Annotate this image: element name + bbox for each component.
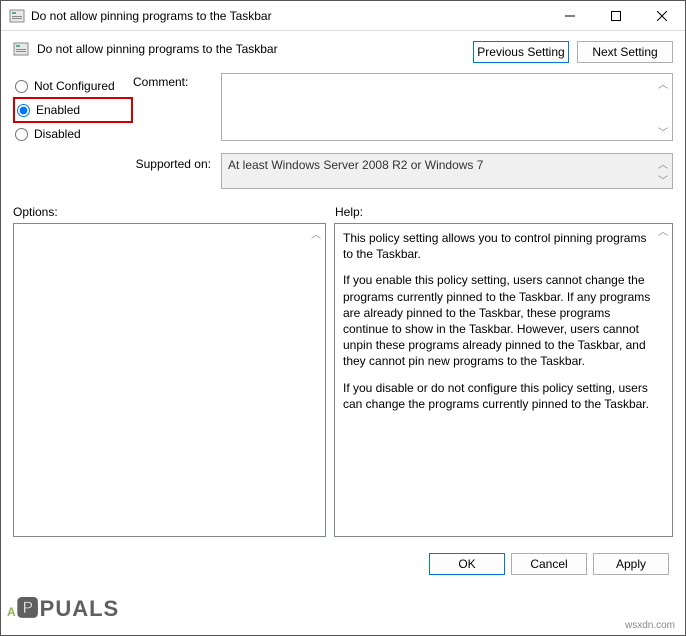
radio-input-disabled[interactable]	[15, 128, 28, 141]
minimize-button[interactable]	[547, 1, 593, 31]
supported-row: Supported on: At least Windows Server 20…	[1, 147, 685, 191]
ok-button[interactable]: OK	[429, 553, 505, 575]
scroll-up-icon[interactable]: ︿	[656, 156, 670, 170]
scroll-up-icon[interactable]: ︿	[656, 226, 670, 240]
policy-icon	[13, 41, 29, 57]
supported-textarea: At least Windows Server 2008 R2 or Windo…	[221, 153, 673, 189]
enabled-highlight: Enabled	[13, 97, 133, 123]
footer-buttons: OK Cancel Apply	[1, 545, 685, 587]
maximize-button[interactable]	[593, 1, 639, 31]
panel-labels: Options: Help:	[1, 191, 685, 223]
header-row: Do not allow pinning programs to the Tas…	[1, 31, 685, 69]
scroll-down-icon[interactable]: ﹀	[656, 172, 670, 186]
next-setting-button[interactable]: Next Setting	[577, 41, 673, 63]
radio-disabled[interactable]: Disabled	[15, 123, 133, 145]
scroll-down-icon[interactable]: ﹀	[656, 124, 670, 138]
help-label: Help:	[335, 205, 363, 219]
radio-input-enabled[interactable]	[17, 104, 30, 117]
radio-label: Not Configured	[34, 79, 115, 93]
help-text: This policy setting allows you to contro…	[343, 230, 654, 262]
help-panel: This policy setting allows you to contro…	[334, 223, 673, 537]
radio-enabled[interactable]: Enabled	[17, 99, 99, 121]
apply-button[interactable]: Apply	[593, 553, 669, 575]
scroll-up-icon[interactable]: ︿	[309, 226, 323, 240]
radio-label: Enabled	[36, 103, 80, 117]
cancel-button[interactable]: Cancel	[511, 553, 587, 575]
radio-label: Disabled	[34, 127, 81, 141]
help-text: If you enable this policy setting, users…	[343, 272, 654, 369]
watermark-site: wsxdn.com	[625, 620, 675, 631]
radio-not-configured[interactable]: Not Configured	[15, 75, 133, 97]
options-label: Options:	[13, 205, 335, 219]
panels-row: ︿ This policy setting allows you to cont…	[1, 223, 685, 545]
supported-label: Supported on:	[13, 153, 221, 171]
window-title: Do not allow pinning programs to the Tas…	[31, 9, 547, 23]
watermark-logo: A🅿PUALS	[7, 591, 119, 623]
comment-textarea[interactable]: ︿ ﹀	[221, 73, 673, 141]
close-button[interactable]	[639, 1, 685, 31]
previous-setting-button[interactable]: Previous Setting	[473, 41, 569, 63]
scroll-up-icon[interactable]: ︿	[656, 76, 670, 90]
help-text: If you disable or do not configure this …	[343, 380, 654, 412]
policy-icon	[9, 8, 25, 24]
options-panel: ︿	[13, 223, 326, 537]
radio-group: Not Configured Enabled Disabled	[13, 73, 133, 145]
comment-label: Comment:	[133, 73, 221, 145]
supported-value: At least Windows Server 2008 R2 or Windo…	[228, 158, 483, 172]
radio-input-not-configured[interactable]	[15, 80, 28, 93]
policy-title: Do not allow pinning programs to the Tas…	[37, 42, 278, 56]
settings-row: Not Configured Enabled Disabled Comment:…	[1, 69, 685, 147]
titlebar: Do not allow pinning programs to the Tas…	[1, 1, 685, 31]
